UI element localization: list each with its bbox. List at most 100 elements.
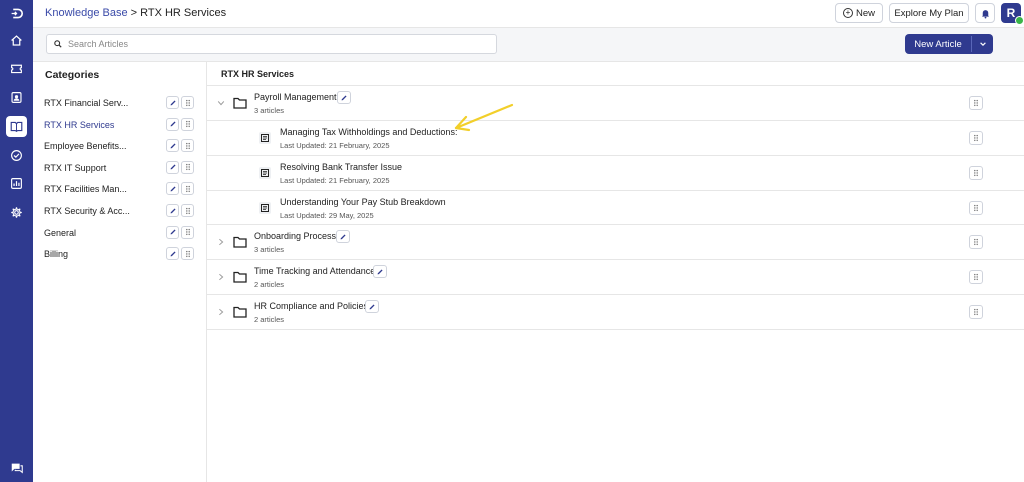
drag-dots-icon bbox=[185, 207, 190, 214]
drag-handle[interactable] bbox=[181, 139, 194, 153]
drag-handle[interactable] bbox=[969, 270, 983, 284]
notifications-button[interactable] bbox=[975, 3, 995, 23]
drag-dots-icon bbox=[974, 169, 978, 177]
edit-folder-button[interactable] bbox=[365, 300, 379, 313]
article-row[interactable]: Managing Tax Withholdings and Deductions… bbox=[207, 121, 1024, 156]
drag-dots-icon bbox=[185, 120, 190, 128]
drag-handle[interactable] bbox=[969, 96, 983, 110]
avatar[interactable]: R bbox=[1001, 3, 1024, 25]
folder-article-count: 3 articles bbox=[254, 245, 285, 254]
home-icon[interactable] bbox=[6, 30, 27, 51]
folder-row[interactable]: Payroll Management 3 articles bbox=[207, 86, 1024, 121]
bell-icon bbox=[981, 9, 989, 19]
folder-title[interactable]: Time Tracking and Attendance bbox=[254, 266, 375, 276]
article-row[interactable]: Resolving Bank Transfer Issue Last Updat… bbox=[207, 156, 1024, 191]
drag-handle[interactable] bbox=[969, 166, 983, 180]
category-item[interactable]: RTX Facilities Man... bbox=[33, 179, 207, 199]
drag-handle[interactable] bbox=[181, 247, 194, 261]
tasks-icon[interactable] bbox=[6, 145, 27, 166]
contacts-icon[interactable] bbox=[6, 87, 27, 108]
drag-handle[interactable] bbox=[181, 160, 194, 174]
drag-handle[interactable] bbox=[181, 96, 194, 109]
edit-category-button[interactable] bbox=[166, 204, 179, 217]
folder-row[interactable]: Onboarding Process 3 articles bbox=[207, 225, 1024, 260]
breadcrumb-root-link[interactable]: Knowledge Base bbox=[45, 7, 128, 19]
drag-handle[interactable] bbox=[181, 225, 194, 239]
category-label[interactable]: RTX Security & Acc... bbox=[44, 206, 130, 216]
folder-article-count: 2 articles bbox=[254, 315, 285, 324]
folder-article-count: 2 articles bbox=[254, 280, 285, 289]
article-row[interactable]: Understanding Your Pay Stub Breakdown La… bbox=[207, 191, 1024, 225]
folder-title[interactable]: Onboarding Process bbox=[254, 231, 336, 241]
drag-dots-icon bbox=[185, 99, 190, 106]
drag-handle[interactable] bbox=[969, 235, 983, 249]
chevron-right-icon[interactable] bbox=[217, 273, 225, 281]
category-label[interactable]: RTX Financial Serv... bbox=[44, 98, 128, 108]
search-input[interactable] bbox=[68, 37, 488, 51]
chevron-right-icon[interactable] bbox=[217, 308, 225, 316]
settings-icon[interactable] bbox=[6, 202, 27, 223]
edit-category-button[interactable] bbox=[166, 182, 179, 196]
top-bar: Knowledge Base > RTX HR Services + New E… bbox=[33, 0, 1024, 28]
category-label[interactable]: Billing bbox=[44, 249, 68, 259]
new-article-dropdown-toggle[interactable] bbox=[972, 34, 993, 54]
folder-row[interactable]: HR Compliance and Policies 2 articles bbox=[207, 295, 1024, 330]
edit-folder-button[interactable] bbox=[336, 230, 350, 243]
category-label[interactable]: General bbox=[44, 228, 76, 238]
category-item[interactable]: RTX Security & Acc... bbox=[33, 201, 207, 221]
pencil-icon bbox=[170, 164, 176, 170]
edit-category-button[interactable] bbox=[166, 139, 179, 153]
drag-dots-icon bbox=[185, 185, 190, 193]
ticket-icon[interactable] bbox=[6, 58, 27, 79]
chevron-down-icon[interactable] bbox=[217, 99, 225, 107]
pencil-icon bbox=[369, 303, 375, 309]
category-label[interactable]: Employee Benefits... bbox=[44, 141, 127, 151]
category-label[interactable]: RTX HR Services bbox=[44, 120, 114, 130]
category-item[interactable]: RTX IT Support bbox=[33, 158, 207, 178]
edit-folder-button[interactable] bbox=[373, 265, 387, 278]
drag-handle[interactable] bbox=[181, 204, 194, 217]
edit-category-button[interactable] bbox=[166, 117, 179, 131]
edit-category-button[interactable] bbox=[166, 247, 179, 261]
article-title[interactable]: Understanding Your Pay Stub Breakdown bbox=[280, 197, 446, 207]
category-item[interactable]: RTX HR Services bbox=[33, 115, 207, 135]
chat-icon[interactable] bbox=[6, 457, 27, 478]
folder-title[interactable]: HR Compliance and Policies bbox=[254, 301, 368, 311]
drag-dots-icon bbox=[185, 142, 190, 149]
edit-folder-button[interactable] bbox=[337, 91, 351, 104]
explore-plan-button[interactable]: Explore My Plan bbox=[889, 3, 969, 23]
breadcrumb: Knowledge Base > RTX HR Services bbox=[45, 7, 226, 19]
folder-title[interactable]: Payroll Management bbox=[254, 92, 337, 102]
edit-category-button[interactable] bbox=[166, 160, 179, 174]
category-item[interactable]: RTX Financial Serv... bbox=[33, 93, 207, 113]
article-icon bbox=[259, 167, 271, 179]
drag-handle[interactable] bbox=[969, 201, 983, 215]
new-article-label: New Article bbox=[914, 38, 962, 50]
pencil-icon bbox=[170, 143, 176, 149]
reports-icon[interactable] bbox=[6, 173, 27, 194]
folder-icon bbox=[233, 271, 247, 283]
drag-handle[interactable] bbox=[969, 131, 983, 145]
category-item[interactable]: General bbox=[33, 223, 207, 243]
article-title[interactable]: Managing Tax Withholdings and Deductions… bbox=[280, 127, 457, 137]
new-button[interactable]: + New bbox=[835, 3, 883, 23]
category-item[interactable]: Employee Benefits... bbox=[33, 136, 207, 156]
edit-category-button[interactable] bbox=[166, 96, 179, 109]
drag-handle[interactable] bbox=[181, 117, 194, 131]
logo-icon[interactable] bbox=[6, 3, 27, 24]
drag-handle[interactable] bbox=[969, 305, 983, 319]
explore-plan-label: Explore My Plan bbox=[894, 7, 964, 19]
chevron-right-icon[interactable] bbox=[217, 238, 225, 246]
chevron-down-icon bbox=[979, 42, 986, 47]
category-item[interactable]: Billing bbox=[33, 244, 207, 264]
folder-row[interactable]: Time Tracking and Attendance 2 articles bbox=[207, 260, 1024, 295]
category-label[interactable]: RTX IT Support bbox=[44, 163, 106, 173]
pencil-icon bbox=[377, 268, 383, 274]
drag-handle[interactable] bbox=[181, 182, 194, 196]
article-title[interactable]: Resolving Bank Transfer Issue bbox=[280, 162, 402, 172]
knowledge-base-icon[interactable] bbox=[6, 116, 27, 137]
new-article-button[interactable]: New Article bbox=[905, 34, 993, 54]
category-label[interactable]: RTX Facilities Man... bbox=[44, 184, 127, 194]
plus-circle-icon: + bbox=[842, 8, 853, 18]
edit-category-button[interactable] bbox=[166, 225, 179, 239]
